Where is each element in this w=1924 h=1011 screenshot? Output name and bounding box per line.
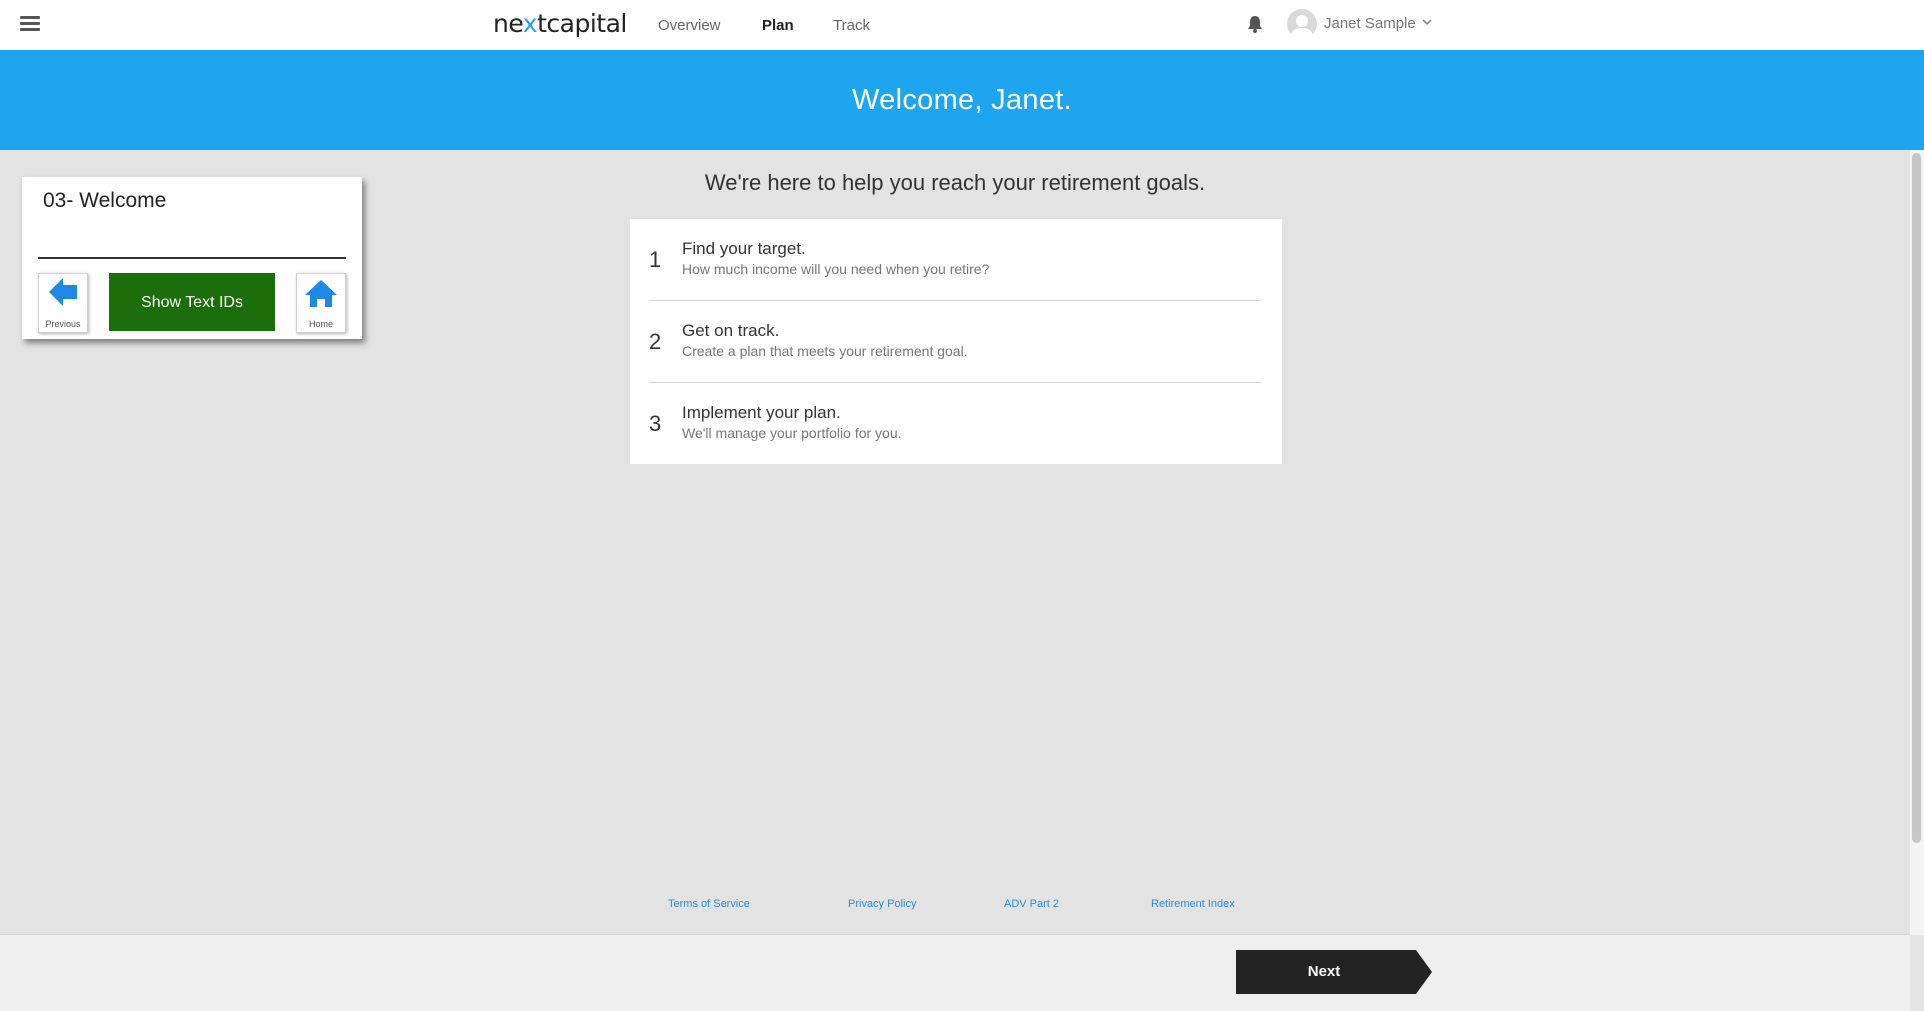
control-card-title: 03- Welcome xyxy=(43,189,167,212)
steps-card: 1 Find your target. How much income will… xyxy=(630,219,1282,464)
bell-icon[interactable] xyxy=(1246,14,1264,34)
home-icon xyxy=(305,280,337,307)
step-item[interactable]: 2 Get on track. Create a plan that meets… xyxy=(649,301,1260,383)
welcome-banner: Welcome, Janet. xyxy=(0,50,1924,150)
privacy-policy-link[interactable]: Privacy Policy xyxy=(848,898,916,910)
show-text-ids-button[interactable]: Show Text IDs xyxy=(109,273,275,331)
control-card: 03- Welcome Previous Show Text IDs Home xyxy=(22,177,362,339)
logo[interactable]: nextcapital xyxy=(493,9,627,38)
home-label: Home xyxy=(308,319,333,329)
previous-button[interactable]: Previous xyxy=(38,273,88,333)
next-button[interactable]: Next xyxy=(1236,950,1432,994)
step-item[interactable]: 3 Implement your plan. We'll manage your… xyxy=(649,383,1260,465)
bottom-action-bar xyxy=(0,934,1910,1011)
next-label: Next xyxy=(1307,963,1341,980)
step-item[interactable]: 1 Find your target. How much income will… xyxy=(649,219,1260,301)
home-button[interactable]: Home xyxy=(296,273,346,333)
top-nav-bar: nextcapital Overview Plan Track Janet Sa… xyxy=(0,0,1924,51)
step-number: 2 xyxy=(649,329,662,354)
page-subheading: We're here to help you reach your retire… xyxy=(704,170,1206,195)
step-title: Get on track. xyxy=(682,321,780,340)
nav-plan[interactable]: Plan xyxy=(762,17,794,34)
nav-track[interactable]: Track xyxy=(833,17,870,34)
step-description: How much income will you need when you r… xyxy=(682,261,990,277)
step-description: We'll manage your portfolio for you. xyxy=(682,425,902,441)
banner-title: Welcome, Janet. xyxy=(852,84,1072,116)
step-number: 3 xyxy=(649,411,662,436)
adv-part-2-link[interactable]: ADV Part 2 xyxy=(1004,898,1059,910)
terms-of-service-link[interactable]: Terms of Service xyxy=(668,898,750,910)
divider xyxy=(38,257,346,259)
user-silhouette-icon xyxy=(1290,15,1314,39)
retirement-index-link[interactable]: Retirement Index xyxy=(1151,898,1235,910)
logo-text-start: ne xyxy=(493,9,523,38)
arrow-left-icon xyxy=(49,278,77,306)
user-name[interactable]: Janet Sample xyxy=(1324,15,1416,32)
logo-text-end: tcapital xyxy=(537,9,627,38)
previous-label: Previous xyxy=(45,319,81,329)
scrollbar-thumb[interactable] xyxy=(1912,153,1921,843)
step-title: Find your target. xyxy=(682,239,806,258)
nav-overview[interactable]: Overview xyxy=(658,17,721,34)
step-number: 1 xyxy=(649,247,662,272)
menu-icon[interactable] xyxy=(20,16,40,32)
avatar[interactable] xyxy=(1287,9,1317,39)
logo-text-x: x xyxy=(522,9,538,38)
step-description: Create a plan that meets your retirement… xyxy=(682,343,968,359)
step-title: Implement your plan. xyxy=(682,403,841,422)
chevron-down-icon[interactable] xyxy=(1421,16,1433,28)
